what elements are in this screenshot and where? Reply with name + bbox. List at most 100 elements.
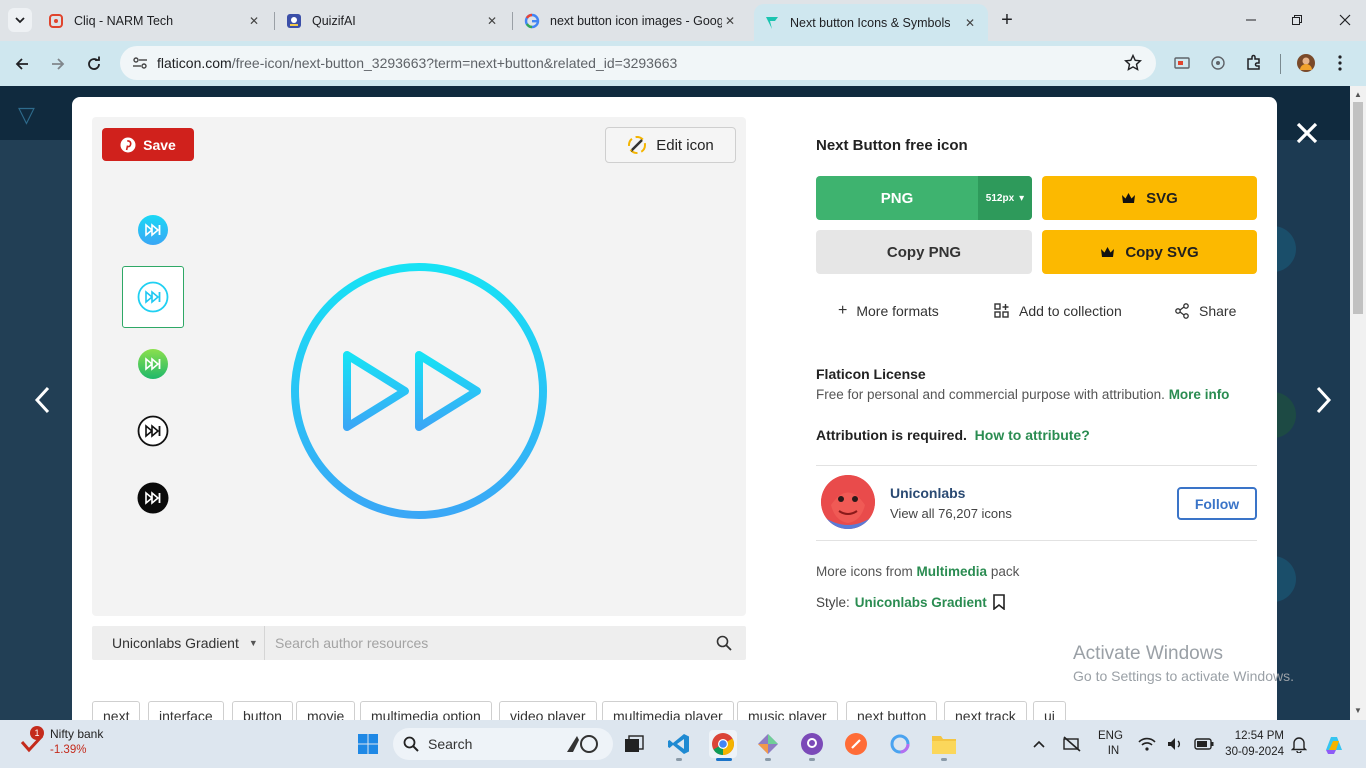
postman-app[interactable] [842,730,870,758]
png-size-dropdown[interactable]: 512px ▾ [978,176,1032,220]
pinterest-save-button[interactable]: Save [102,128,194,161]
chevron-right-icon [1316,386,1332,414]
tag-chip[interactable]: multimedia player [602,701,734,720]
close-modal-button[interactable] [1292,118,1322,148]
task-view-button[interactable] [620,730,648,758]
address-bar[interactable]: flaticon.com/free-icon/next-button_32936… [120,46,1156,80]
follow-label: Follow [1194,495,1240,512]
close-tab-icon[interactable]: ✕ [484,13,500,29]
variant-black-filled[interactable] [122,467,184,529]
profile-avatar[interactable] [1296,53,1316,73]
edit-icon-button[interactable]: Edit icon [605,127,736,163]
taskbar-search-label: Search [428,736,473,752]
scroll-up-icon[interactable]: ▲ [1354,90,1362,99]
tab-search-button[interactable] [8,8,32,32]
forward-button[interactable] [45,51,71,77]
author-avatar[interactable] [821,475,875,529]
tag-chip[interactable]: multimedia option [360,701,492,720]
bookmark-icon[interactable] [992,594,1006,610]
restore-button[interactable] [1282,8,1312,32]
clock[interactable]: 12:54 PM 30-09-2024 [1222,720,1284,768]
network-off-icon[interactable] [1062,720,1082,768]
chrome-app[interactable] [709,730,737,758]
tag-chip[interactable]: interface [148,701,224,720]
vscode-app[interactable] [665,730,693,758]
stock-widget[interactable]: 1 Nifty bank -1.39% [20,726,140,762]
activate-windows-subtitle: Go to Settings to activate Windows. [1073,668,1294,684]
copy-png-button[interactable]: Copy PNG [816,230,1032,274]
more-formats-button[interactable]: + More formats [838,301,939,321]
tab-google[interactable]: next button icon images - Goog ✕ [514,6,748,35]
pack-line: More icons from Multimedia pack [816,564,1019,579]
minimize-button[interactable] [1236,8,1266,32]
scrollbar-thumb[interactable] [1353,102,1363,314]
collection-icon [994,303,1009,318]
how-to-attribute-link[interactable]: How to attribute? [975,427,1090,443]
file-explorer-app[interactable] [930,730,958,758]
download-svg-button[interactable]: SVG [1042,176,1257,220]
bookmark-star-icon[interactable] [1124,54,1142,72]
notifications-button[interactable] [1291,720,1307,768]
style-dropdown[interactable]: Uniconlabs Gradient ▼ [92,626,265,660]
search-icon [403,736,419,752]
download-png-button[interactable]: PNG 512px ▾ [816,176,1032,220]
variant-gradient-outline-selected[interactable] [122,266,184,328]
extensions-icon[interactable] [1244,53,1264,73]
back-button[interactable] [9,51,35,77]
copy-svg-button[interactable]: Copy SVG [1042,230,1257,274]
copilot-icon [1326,737,1342,754]
close-window-button[interactable] [1330,8,1360,32]
region-code: IN [1107,745,1120,757]
tag-chip[interactable]: button [232,701,293,720]
windows-start-button[interactable] [354,730,382,758]
github-desktop-app[interactable] [798,730,826,758]
close-tab-icon[interactable]: ✕ [962,15,978,31]
clock-time: 12:54 PM [1234,730,1284,742]
copy-svg-label: Copy SVG [1125,243,1199,261]
circle-app-icon [890,734,910,754]
browser-menu-icon[interactable] [1330,53,1350,73]
close-tab-icon[interactable]: ✕ [722,13,738,29]
scroll-down-icon[interactable]: ▼ [1354,706,1362,715]
quick-settings[interactable] [1138,720,1214,768]
tab-title: QuizifAI [312,13,356,28]
tab-quizifai[interactable]: QuizifAI ✕ [276,6,510,35]
site-info-icon[interactable] [130,54,150,72]
reload-button[interactable] [81,51,107,77]
search-icon[interactable] [716,635,732,651]
close-tab-icon[interactable]: ✕ [246,13,262,29]
variant-green-gradient[interactable] [122,333,184,395]
tab-cliq[interactable]: Cliq - NARM Tech ✕ [38,6,272,35]
extension-puzzle-icon[interactable] [1208,53,1228,73]
attribution-text: Attribution is required. [816,427,967,443]
copilot-button[interactable] [1322,720,1346,768]
share-button[interactable]: Share [1174,301,1236,321]
tag-chip[interactable]: next [92,701,141,720]
tab-flaticon[interactable]: Next button Icons & Symbols ✕ [754,4,988,41]
style-link[interactable]: Uniconlabs Gradient [855,595,987,610]
url-text: flaticon.com/free-icon/next-button_32936… [157,55,677,71]
notification-badge: 1 [30,726,44,740]
tag-chip[interactable]: movie [296,701,356,720]
author-search-input[interactable] [275,626,705,660]
cast-icon[interactable] [1172,53,1192,73]
add-to-collection-button[interactable]: Add to collection [994,301,1122,321]
more-info-link[interactable]: More info [1169,387,1230,402]
author-name-link[interactable]: Uniconlabs [890,485,965,501]
variant-black-outline[interactable] [122,400,184,462]
previous-icon-button[interactable] [24,380,60,420]
tab-title: Cliq - NARM Tech [74,13,174,28]
page-scrollbar[interactable]: ▲ ▼ [1350,86,1366,720]
language-indicator[interactable]: ENG IN [1098,720,1123,768]
next-icon-button[interactable] [1306,380,1342,420]
follow-button[interactable]: Follow [1177,487,1257,520]
author-icon-count-link[interactable]: View all 76,207 icons [890,506,1012,521]
show-hidden-icons[interactable] [1032,720,1046,768]
copilot-app[interactable] [886,730,914,758]
variant-gradient-filled[interactable] [122,199,184,261]
taskbar-search[interactable]: Search [393,728,613,760]
tag-chip[interactable]: video player [499,701,597,720]
app-shortcut[interactable] [754,730,782,758]
pack-link[interactable]: Multimedia [917,564,988,579]
new-tab-button[interactable]: + [996,9,1018,31]
